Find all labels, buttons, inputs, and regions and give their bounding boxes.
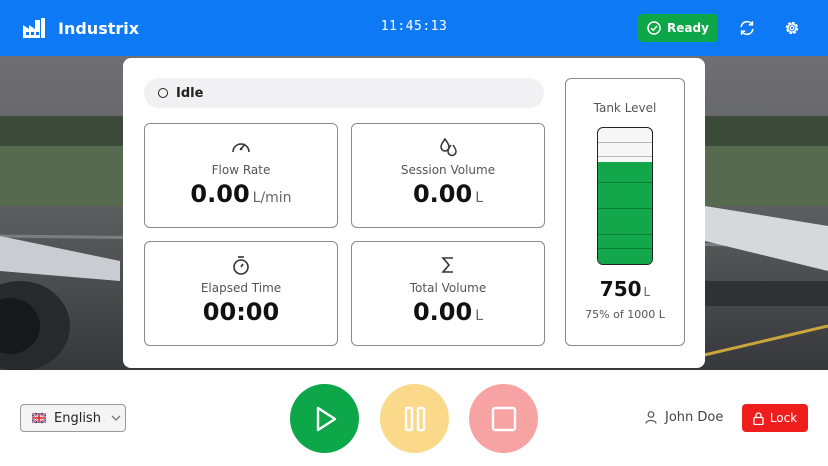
- gauge-icon: [232, 143, 250, 153]
- state-label: Idle: [176, 85, 204, 101]
- refresh-button[interactable]: [735, 16, 759, 40]
- flow-rate-card: Flow Rate 0.00 L/min: [144, 123, 338, 228]
- tank-percent: 75% of 1000 L: [585, 308, 665, 321]
- factory-icon: [23, 18, 45, 38]
- language-select[interactable]: English: [20, 404, 126, 432]
- play-icon: [316, 406, 336, 431]
- session-volume-label: Session Volume: [400, 163, 496, 177]
- tank-tick: [598, 208, 652, 209]
- play-button[interactable]: [290, 384, 359, 453]
- user-name: John Doe: [665, 410, 724, 425]
- elapsed-time-label: Elapsed Time: [200, 281, 282, 295]
- tank-tick: [598, 156, 652, 157]
- pause-icon: [404, 406, 425, 431]
- state-dot-icon: [158, 88, 168, 98]
- elapsed-time-value: 00:00: [202, 298, 280, 326]
- language-label: English: [54, 410, 101, 426]
- total-volume-unit: L: [475, 308, 484, 324]
- uk-flag-icon: [32, 413, 46, 423]
- status-badge: Ready: [638, 14, 718, 42]
- sigma-icon: [441, 257, 453, 273]
- lock-label: Lock: [769, 411, 798, 425]
- total-volume-card: Total Volume 0.00 L: [351, 241, 545, 346]
- app-header: Industrix 11:45:13 Ready: [0, 0, 828, 56]
- brand: Industrix: [22, 17, 139, 39]
- stop-icon: [491, 406, 516, 431]
- control-footer: English John Doe Lock: [0, 370, 828, 466]
- elapsed-time-card: Elapsed Time 00:00: [144, 241, 338, 346]
- tank-tick: [598, 142, 652, 143]
- state-indicator: Idle: [144, 78, 544, 108]
- stop-button[interactable]: [469, 384, 538, 453]
- main-panel: Idle Flow Rate 0.00 L/min Session Volume …: [123, 58, 705, 368]
- stopwatch-icon: [233, 256, 249, 275]
- tank-level-title: Tank Level: [593, 101, 657, 115]
- tank-tick: [598, 234, 652, 235]
- gear-icon: [785, 21, 799, 35]
- tank-value: 750: [599, 277, 642, 301]
- tank-level-card: Tank Level 750 L 75% of 1000 L: [565, 78, 685, 346]
- session-volume-card: Session Volume 0.00 L: [351, 123, 545, 228]
- pause-button[interactable]: [380, 384, 449, 453]
- flow-rate-value: 0.00: [190, 180, 250, 208]
- status-label: Ready: [667, 21, 709, 35]
- total-volume-value: 0.00: [412, 298, 473, 326]
- settings-button[interactable]: [780, 16, 804, 40]
- user-icon: [645, 411, 657, 424]
- lock-icon: [753, 411, 764, 425]
- flow-rate-unit: L/min: [252, 190, 292, 206]
- session-volume-value: 0.00: [412, 180, 473, 208]
- tank-value-row: 750 L: [566, 277, 684, 301]
- tank-tick: [598, 182, 652, 183]
- flow-rate-value-row: 0.00 L/min: [145, 180, 337, 208]
- user-info: John Doe: [645, 410, 723, 425]
- chevron-down-icon: [111, 415, 121, 421]
- session-volume-value-row: 0.00 L: [352, 180, 544, 208]
- tank-tick: [598, 248, 652, 249]
- tank-gauge: [597, 127, 653, 265]
- droplets-icon: [440, 137, 457, 157]
- tank-unit: L: [643, 285, 651, 299]
- total-volume-label: Total Volume: [409, 281, 487, 295]
- lock-button[interactable]: Lock: [742, 404, 808, 432]
- refresh-icon: [740, 20, 754, 36]
- session-volume-unit: L: [475, 190, 484, 206]
- app-title: Industrix: [58, 18, 140, 38]
- total-volume-value-row: 0.00 L: [352, 298, 544, 326]
- check-circle-icon: [647, 21, 661, 35]
- flow-rate-label: Flow Rate: [211, 163, 271, 177]
